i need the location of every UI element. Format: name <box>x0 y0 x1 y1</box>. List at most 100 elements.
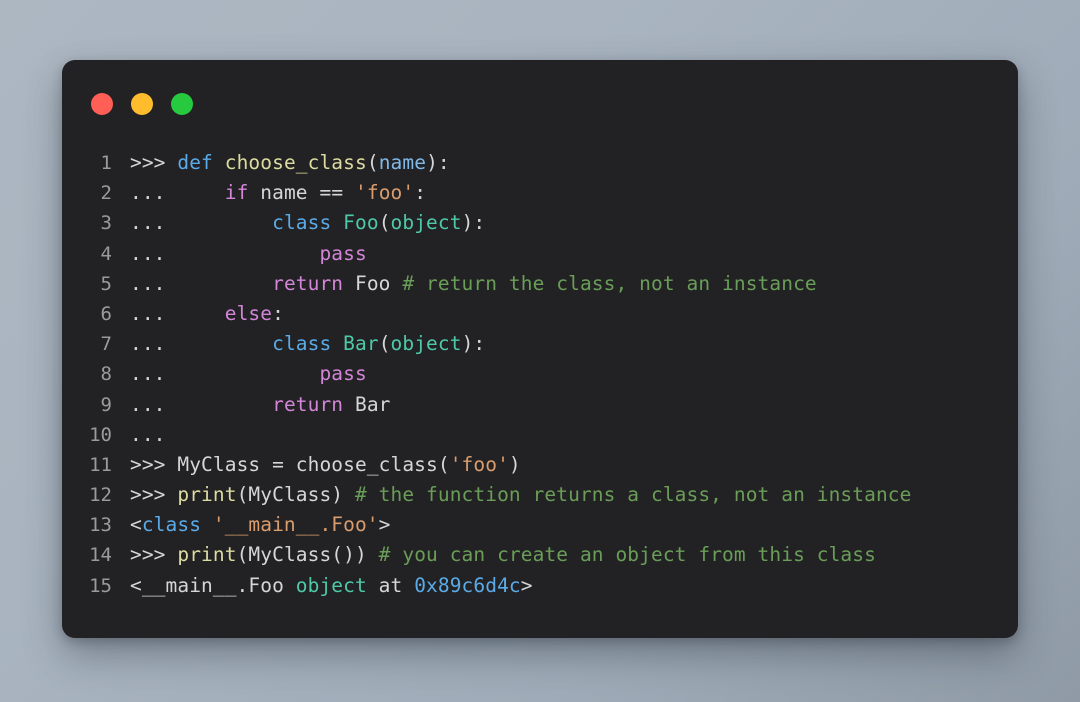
line-number: 5 <box>100 272 112 295</box>
token-decl: class <box>272 211 332 235</box>
minimize-window-dot-icon[interactable] <box>131 93 153 115</box>
maximize-window-dot-icon[interactable] <box>171 93 193 115</box>
token-comment: # return the class, not an instance <box>402 271 817 295</box>
token-prompt: ... <box>130 211 178 235</box>
line-number: 4 <box>100 242 112 265</box>
code-line: 12 >>> print(MyClass) # the function retu… <box>62 480 1018 510</box>
token-comment: # you can create an object from this cla… <box>378 543 876 567</box>
token-keyword: pass <box>319 362 367 386</box>
line-number: 6 <box>100 302 112 325</box>
code-line: 9... return Bar <box>62 390 1018 420</box>
token-plain: == <box>319 181 344 205</box>
line-number: 7 <box>100 333 112 356</box>
code-line: 1 >>> def choose_class(name): <box>62 148 1018 178</box>
token-prompt: ... <box>130 241 178 265</box>
close-window-dot-icon[interactable] <box>91 93 113 115</box>
token-plain: (MyClass) <box>236 483 355 507</box>
line-number: 13 <box>89 514 112 537</box>
token-plain: Foo <box>343 271 403 295</box>
token-prompt: ... <box>130 422 166 446</box>
token-decl: class <box>272 332 332 356</box>
code-line-text: <__main__.Foo object at 0x89c6d4c> <box>130 571 1018 601</box>
page-background: 1 >>> def choose_class(name): 2... if name… <box>0 0 1080 702</box>
code-line-text: ... return Foo # return the class, not a… <box>130 269 1018 299</box>
code-line-text: ... class Bar(object): <box>130 329 1018 359</box>
token-fn: print <box>177 543 237 567</box>
token-decl: def <box>177 151 213 174</box>
token-type: object <box>295 573 367 597</box>
code-line-text: >>> MyClass = choose_class('foo') <box>130 450 1018 480</box>
line-number: 15 <box>89 574 112 597</box>
token-plain: ): <box>461 332 486 356</box>
token-keyword: if <box>224 181 249 205</box>
token-prompt: ... <box>130 271 178 295</box>
code-line-text: >>> print(MyClass) # the function return… <box>130 480 1018 510</box>
token-prompt: >>> <box>130 543 178 567</box>
code-line: 14 >>> print(MyClass()) # you can create … <box>62 540 1018 570</box>
code-line: 10... <box>62 420 1018 450</box>
code-line: 6... else: <box>62 299 1018 329</box>
token-plain: Bar <box>343 392 391 416</box>
token-param: name <box>378 151 427 174</box>
token-plain: name <box>248 181 320 205</box>
code-line: 8... pass <box>62 359 1018 389</box>
code-line-text: ... pass <box>130 239 1018 269</box>
token-decl: class <box>141 513 202 537</box>
token-prompt: ... <box>130 301 178 325</box>
code-line-text: <class '__main__.Foo'> <box>130 510 1018 540</box>
token-keyword: return <box>272 271 344 295</box>
token-str: 'foo' <box>355 181 415 205</box>
line-number: 2 <box>100 182 112 205</box>
token-str: 'foo' <box>449 452 509 476</box>
line-number: 8 <box>100 363 112 386</box>
code-line-text: ... return Bar <box>130 390 1018 420</box>
code-line-text: ... <box>130 420 1018 450</box>
token-str: '__main__.Foo' <box>212 513 379 537</box>
code-line-text: ... else: <box>130 299 1018 329</box>
code-line: 5... return Foo # return the class, not … <box>62 269 1018 299</box>
token-plain: > <box>378 513 391 537</box>
line-number: 14 <box>89 544 112 567</box>
token-plain: : <box>272 301 284 325</box>
code-line-text: >>> def choose_class(name): <box>130 148 1018 178</box>
token-type: Foo <box>343 211 379 235</box>
token-plain: > <box>520 573 533 597</box>
token-plain: : <box>414 181 427 205</box>
token-prompt: >>> <box>130 151 178 174</box>
token-comment: # the function returns a class, not an i… <box>354 483 912 507</box>
token-plain: ) <box>508 452 521 476</box>
code-line: 2... if name == 'foo': <box>62 178 1018 208</box>
token-keyword: return <box>272 392 344 416</box>
token-prompt: ... <box>130 332 178 356</box>
token-type: Bar <box>343 332 379 356</box>
code-snippet-window: 1 >>> def choose_class(name): 2... if name… <box>62 60 1018 638</box>
token-plain: MyClass = choose_class( <box>177 452 450 476</box>
token-plain: <__main__.Foo <box>130 573 296 597</box>
token-plain: < <box>130 513 142 537</box>
token-plain: ( <box>378 211 391 235</box>
code-line: 3... class Foo(object): <box>62 208 1018 238</box>
token-prompt: ... <box>130 392 178 416</box>
token-plain: at <box>366 573 415 597</box>
token-plain: (MyClass()) <box>236 543 379 567</box>
line-number: 10 <box>89 423 112 446</box>
window-titlebar <box>62 60 1018 148</box>
token-keyword: pass <box>319 241 367 265</box>
token-plain: ): <box>461 211 486 235</box>
line-number: 9 <box>100 393 112 416</box>
token-num: 0x89c6d4c <box>414 573 521 597</box>
token-prompt: >>> <box>130 483 178 507</box>
token-keyword: else <box>224 301 273 325</box>
